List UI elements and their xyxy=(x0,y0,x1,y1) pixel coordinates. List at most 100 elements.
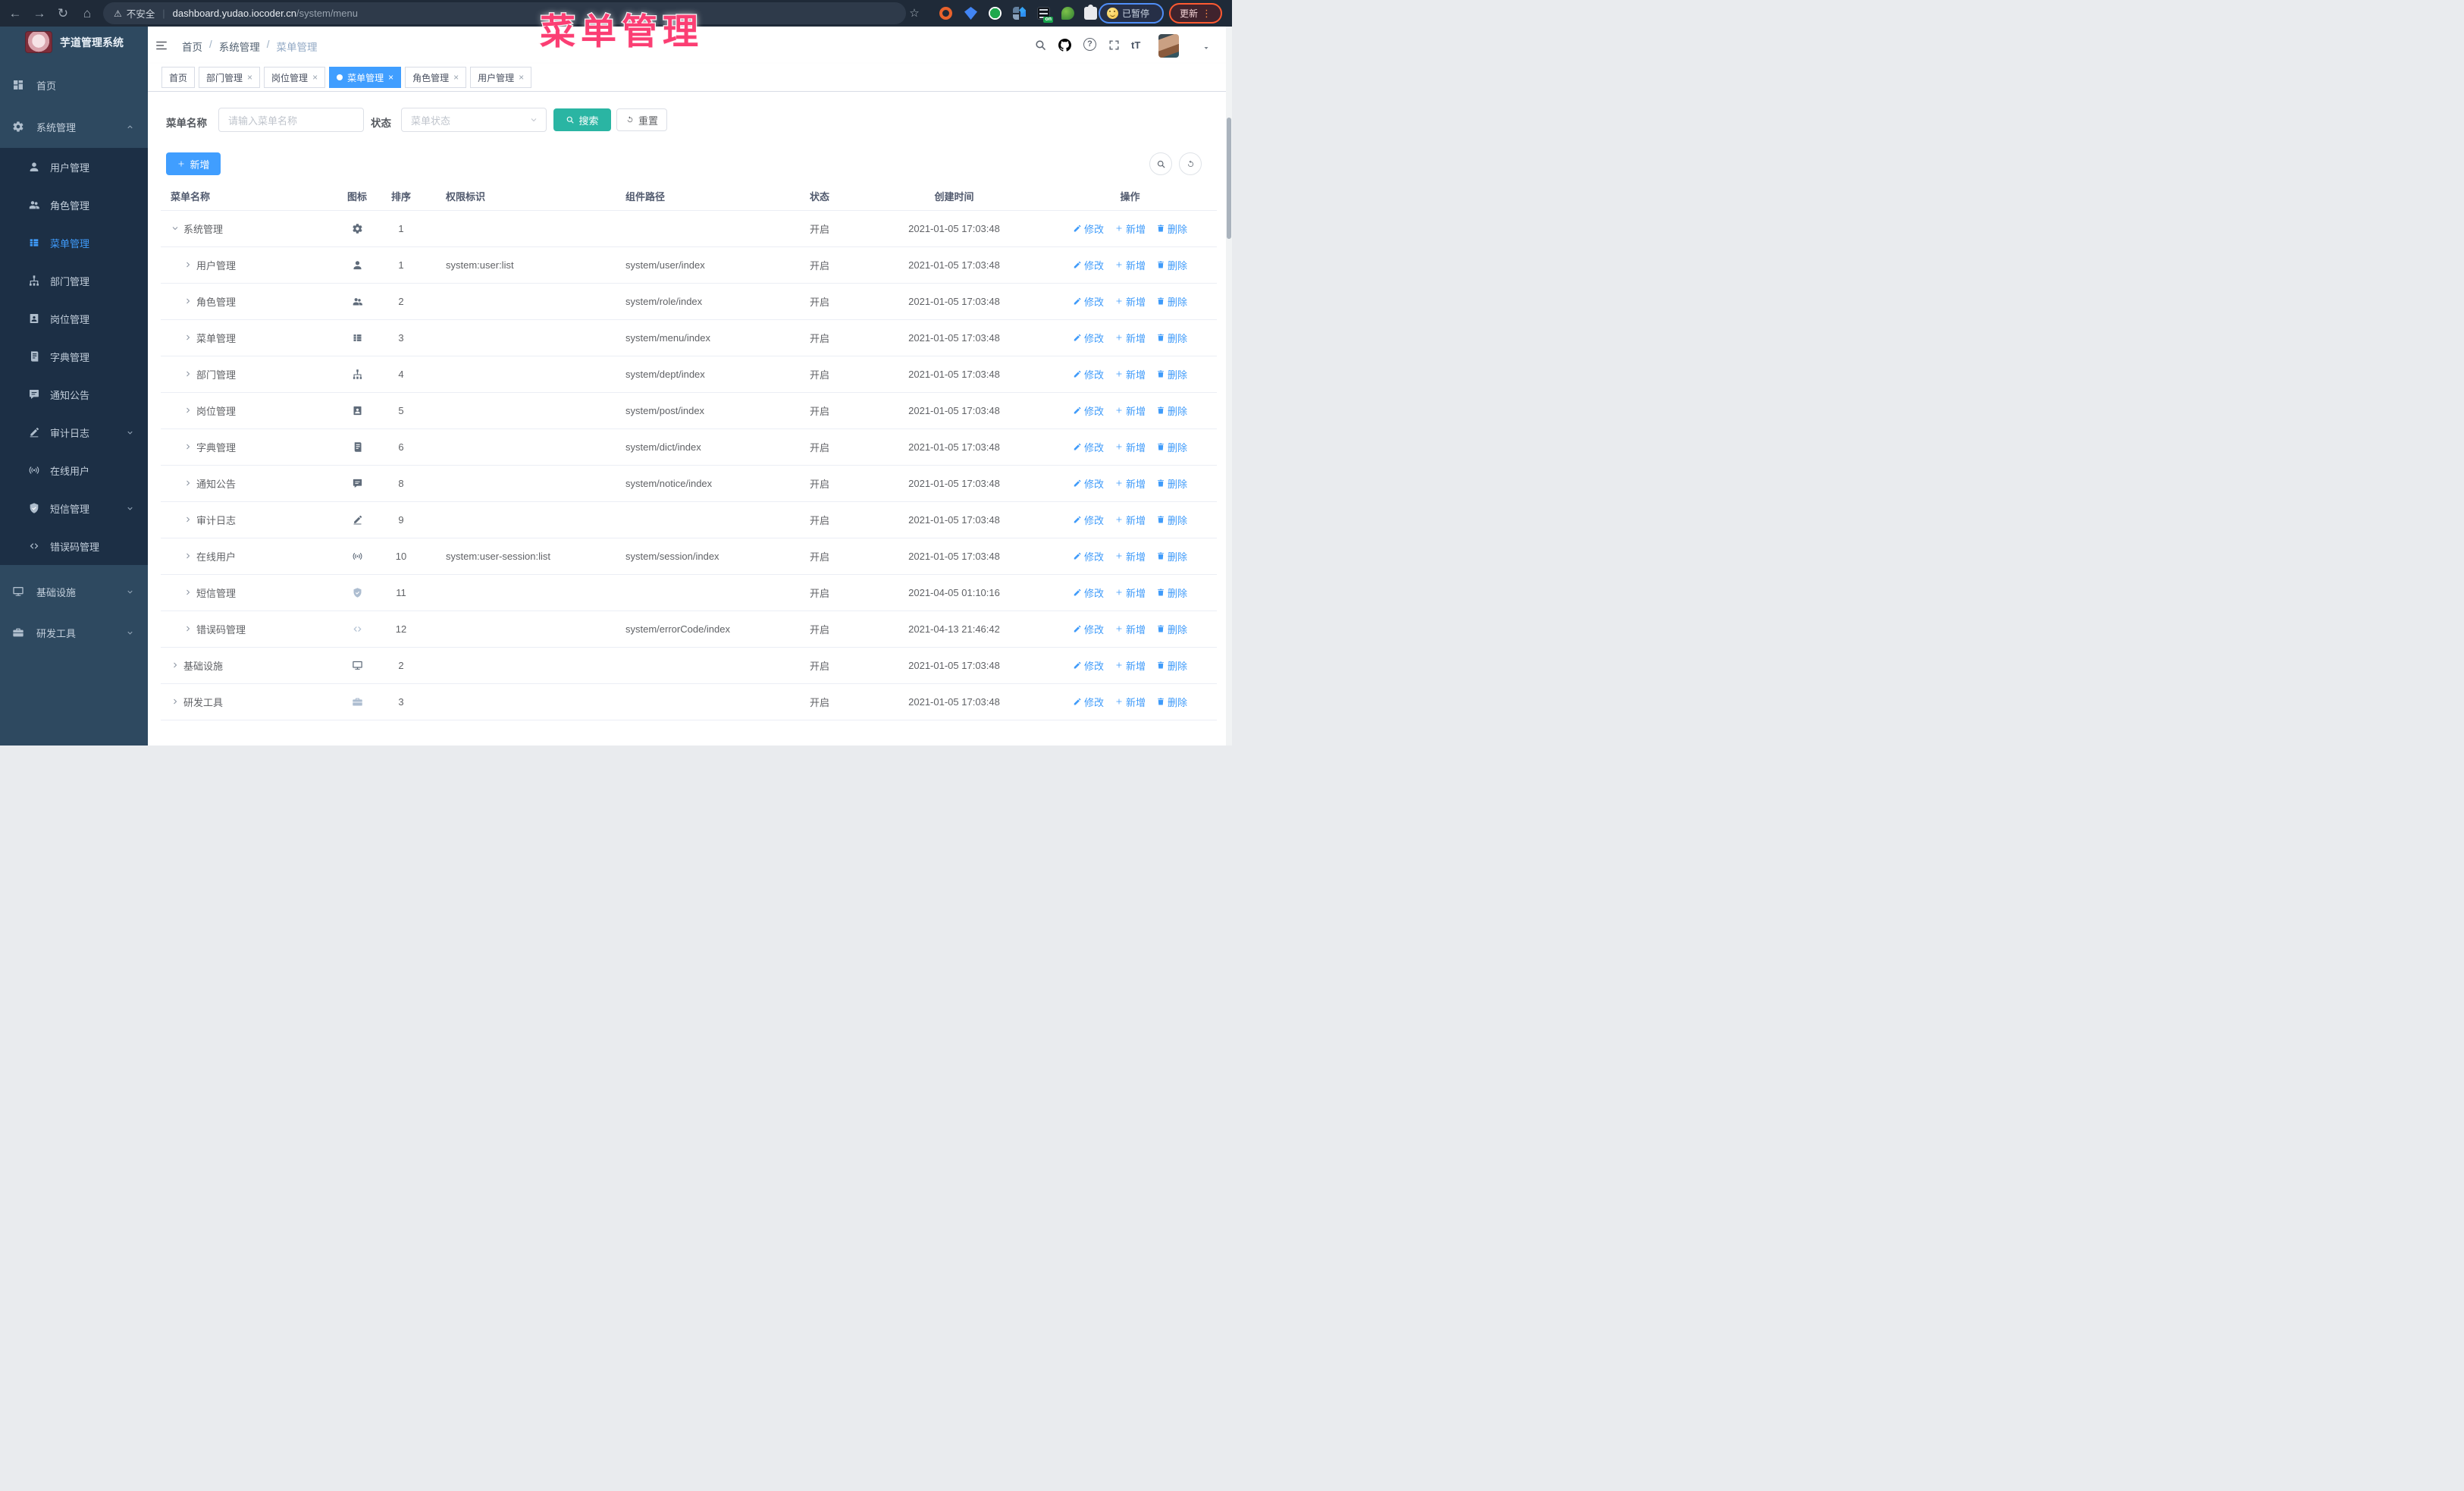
row-expand-icon[interactable] xyxy=(183,515,193,524)
add-link[interactable]: 新增 xyxy=(1114,695,1146,709)
tab-部门管理[interactable]: 部门管理 × xyxy=(199,67,261,88)
sidebar-item-审计日志[interactable]: 审计日志 xyxy=(0,413,148,451)
row-expand-icon[interactable] xyxy=(183,333,193,342)
row-expand-icon[interactable] xyxy=(183,624,193,633)
edit-link[interactable]: 修改 xyxy=(1073,476,1104,491)
table-row[interactable]: 研发工具 3 开启 2021-01-05 17:03:48 修改 新增 删除 xyxy=(161,683,1217,720)
browser-update-button[interactable]: 更新 ⋮ xyxy=(1169,3,1222,24)
edit-link[interactable]: 修改 xyxy=(1073,695,1104,709)
delete-link[interactable]: 删除 xyxy=(1156,331,1187,345)
edit-link[interactable]: 修改 xyxy=(1073,403,1104,418)
tab-close-icon[interactable]: × xyxy=(453,72,459,83)
sidebar-item-通知公告[interactable]: 通知公告 xyxy=(0,375,148,413)
delete-link[interactable]: 删除 xyxy=(1156,403,1187,418)
help-icon[interactable]: ? xyxy=(1083,38,1096,51)
extension-icon-tiles[interactable] xyxy=(1013,7,1026,20)
table-row[interactable]: 审计日志 9 开启 2021-01-05 17:03:48 修改 新增 删除 xyxy=(161,501,1217,538)
edit-link[interactable]: 修改 xyxy=(1073,367,1104,381)
row-expand-icon[interactable] xyxy=(183,588,193,597)
font-size-icon[interactable]: tT xyxy=(1131,39,1140,51)
table-row[interactable]: 角色管理 2 system/role/index 开启 2021-01-05 17:03… xyxy=(161,283,1217,320)
delete-link[interactable]: 删除 xyxy=(1156,695,1187,709)
add-link[interactable]: 新增 xyxy=(1114,622,1146,636)
page-scrollbar[interactable] xyxy=(1226,27,1232,746)
table-row[interactable]: 部门管理 4 system/dept/index 开启 2021-01-05 17:03… xyxy=(161,356,1217,393)
edit-link[interactable]: 修改 xyxy=(1073,622,1104,636)
status-select[interactable]: 菜单状态 xyxy=(401,108,547,132)
app-logo[interactable]: 芋道管理系统 xyxy=(25,31,124,53)
tab-close-icon[interactable]: × xyxy=(388,72,393,83)
extension-icon-green[interactable] xyxy=(989,7,1002,20)
add-link[interactable]: 新增 xyxy=(1114,294,1146,309)
edit-link[interactable]: 修改 xyxy=(1073,258,1104,272)
browser-forward-icon[interactable]: → xyxy=(30,0,49,27)
sidebar-item-角色管理[interactable]: 角色管理 xyxy=(0,186,148,224)
refresh-table-button[interactable] xyxy=(1179,152,1202,175)
edit-link[interactable]: 修改 xyxy=(1073,294,1104,309)
breadcrumb-item[interactable]: 首页 xyxy=(182,39,202,54)
delete-link[interactable]: 删除 xyxy=(1156,294,1187,309)
add-link[interactable]: 新增 xyxy=(1114,331,1146,345)
row-expand-icon[interactable] xyxy=(183,551,193,560)
sidebar-item-岗位管理[interactable]: 岗位管理 xyxy=(0,300,148,337)
table-row[interactable]: 短信管理 11 开启 2021-04-05 01:10:16 修改 新增 删除 xyxy=(161,574,1217,611)
breadcrumb-item[interactable]: 系统管理 xyxy=(219,39,260,54)
table-row[interactable]: 菜单管理 3 system/menu/index 开启 2021-01-05 17:03… xyxy=(161,319,1217,356)
row-expand-icon[interactable] xyxy=(183,369,193,378)
add-link[interactable]: 新增 xyxy=(1114,585,1146,600)
add-link[interactable]: 新增 xyxy=(1114,476,1146,491)
add-link[interactable]: 新增 xyxy=(1114,221,1146,236)
edit-link[interactable]: 修改 xyxy=(1073,585,1104,600)
reset-button[interactable]: 重置 xyxy=(616,108,667,131)
sidebar-item-基础设施[interactable]: 基础设施 xyxy=(0,571,148,612)
sidebar-item-在线用户[interactable]: 在线用户 xyxy=(0,451,148,489)
row-expand-icon[interactable] xyxy=(183,406,193,415)
add-link[interactable]: 新增 xyxy=(1114,658,1146,673)
menu-name-input[interactable]: 请输入菜单名称 xyxy=(218,108,364,132)
delete-link[interactable]: 删除 xyxy=(1156,585,1187,600)
search-icon[interactable] xyxy=(1034,39,1047,52)
edit-link[interactable]: 修改 xyxy=(1073,440,1104,454)
tab-岗位管理[interactable]: 岗位管理 × xyxy=(264,67,326,88)
user-avatar[interactable] xyxy=(1158,34,1179,58)
sidebar-item-短信管理[interactable]: 短信管理 xyxy=(0,489,148,527)
tab-首页[interactable]: 首页 xyxy=(161,67,196,88)
bookmark-star-icon[interactable]: ☆ xyxy=(907,0,922,27)
extensions-puzzle-icon[interactable] xyxy=(1084,5,1097,20)
insecure-label[interactable]: 不安全 xyxy=(127,6,155,20)
sidebar-item-用户管理[interactable]: 用户管理 xyxy=(0,148,148,186)
sidebar-item-错误码管理[interactable]: 错误码管理 xyxy=(0,527,148,565)
url-bar[interactable]: ⚠ 不安全 | dashboard.yudao.iocoder.cn/syste… xyxy=(103,2,906,24)
extension-icon-orange[interactable] xyxy=(939,7,952,20)
delete-link[interactable]: 删除 xyxy=(1156,476,1187,491)
row-expand-icon[interactable] xyxy=(171,697,180,706)
browser-menu-icon[interactable]: ⋮ xyxy=(1202,8,1212,20)
row-expand-icon[interactable] xyxy=(183,479,193,488)
profile-paused-chip[interactable]: 已暂停 xyxy=(1099,3,1164,24)
show-search-toggle-button[interactable] xyxy=(1149,152,1172,175)
sidebar-item-部门管理[interactable]: 部门管理 xyxy=(0,262,148,300)
sidebar-item-菜单管理[interactable]: 菜单管理 xyxy=(0,224,148,262)
edit-link[interactable]: 修改 xyxy=(1073,513,1104,527)
scrollbar-thumb[interactable] xyxy=(1227,118,1231,239)
table-row[interactable]: 通知公告 8 system/notice/index 开启 2021-01-05 17:… xyxy=(161,465,1217,502)
row-collapse-icon[interactable] xyxy=(171,224,180,233)
tab-close-icon[interactable]: × xyxy=(312,72,318,83)
tab-菜单管理[interactable]: 菜单管理 × xyxy=(329,67,402,88)
table-row[interactable]: 在线用户 10 system:user-session:list system/ses… xyxy=(161,538,1217,575)
delete-link[interactable]: 删除 xyxy=(1156,622,1187,636)
extension-icon-gem[interactable] xyxy=(964,7,977,20)
row-expand-icon[interactable] xyxy=(171,661,180,670)
tab-角色管理[interactable]: 角色管理 × xyxy=(405,67,467,88)
browser-reload-icon[interactable]: ↻ xyxy=(54,0,72,27)
delete-link[interactable]: 删除 xyxy=(1156,367,1187,381)
add-link[interactable]: 新增 xyxy=(1114,440,1146,454)
search-button[interactable]: 搜索 xyxy=(553,108,611,131)
table-row[interactable]: 错误码管理 12 system/errorCode/index 开启 2021-04-1… xyxy=(161,611,1217,648)
delete-link[interactable]: 删除 xyxy=(1156,658,1187,673)
table-row[interactable]: 用户管理 1 system:user:list system/user/index 开启… xyxy=(161,246,1217,284)
delete-link[interactable]: 删除 xyxy=(1156,440,1187,454)
tab-close-icon[interactable]: × xyxy=(519,72,524,83)
add-button[interactable]: 新增 xyxy=(166,152,221,175)
row-expand-icon[interactable] xyxy=(183,260,193,269)
